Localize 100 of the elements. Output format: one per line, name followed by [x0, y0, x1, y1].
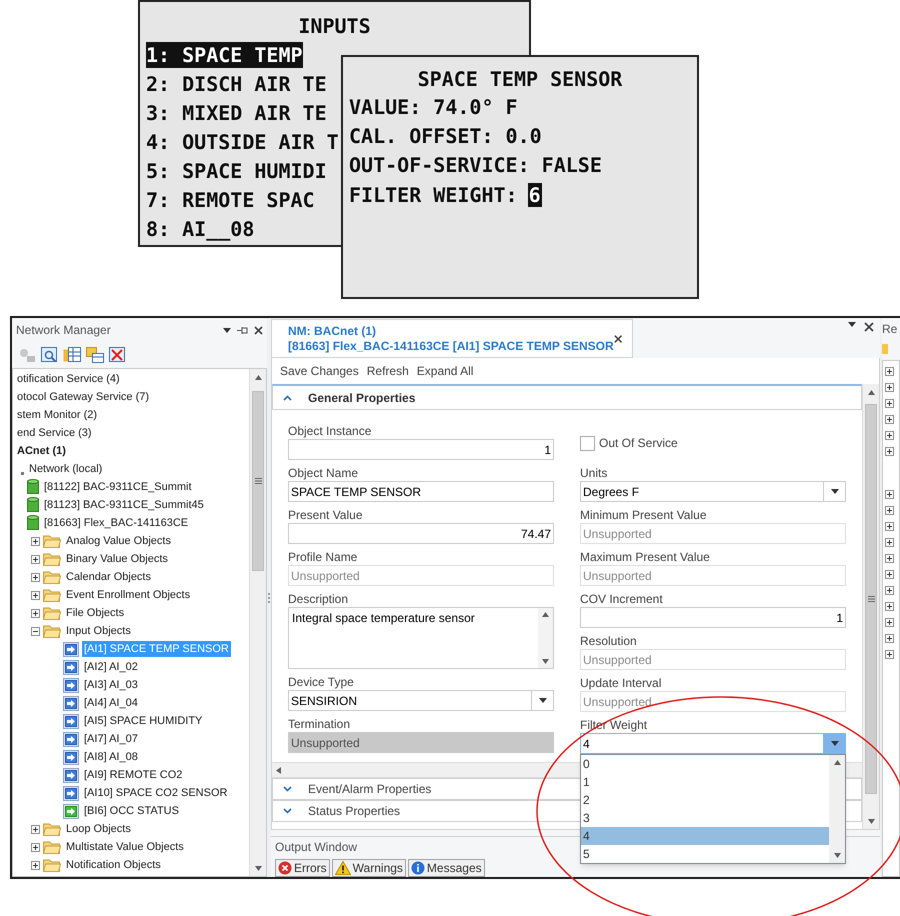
input-field[interactable]: Unsupported [288, 732, 554, 753]
expand-icon[interactable] [885, 383, 894, 392]
scroll-up-arrow-icon[interactable] [254, 374, 262, 380]
dropdown[interactable]: Degrees F [580, 481, 846, 502]
lcd-line: VALUE: 74.0° F [349, 94, 519, 121]
tree-item[interactable]: Notification Objects [64, 857, 163, 873]
input-field[interactable]: 1 [580, 607, 846, 628]
scrollbar[interactable] [249, 369, 266, 876]
document-tab[interactable]: NM: BACnet (1) [81663] Flex_BAC-141163CE [AI1] SPACE TEMP SENSOR [271, 319, 633, 358]
tree-item[interactable]: [AI8] AI_08 [82, 749, 140, 765]
table-icon[interactable] [63, 347, 81, 363]
section-header[interactable]: General Properties [272, 384, 862, 410]
toolbar-button[interactable]: Refresh [366, 362, 409, 380]
tree-item[interactable]: Event Enrollment Objects [64, 587, 192, 603]
scrollbar-thumb[interactable] [865, 404, 877, 794]
expand-icon[interactable] [31, 824, 40, 834]
expand-icon[interactable] [885, 634, 894, 643]
expand-icon[interactable] [31, 590, 40, 600]
dropdown[interactable]: 4 [580, 733, 846, 754]
tree-item[interactable]: [BI6] OCC STATUS [82, 803, 181, 819]
expand-icon[interactable] [885, 554, 894, 563]
expand-icon[interactable] [885, 650, 894, 659]
tree-item[interactable]: [81123] BAC-9311CE_Summit45 [42, 497, 206, 513]
tree-item[interactable]: [AI7] AI_07 [82, 731, 140, 747]
close-icon[interactable] [864, 322, 874, 332]
expand-icon[interactable] [885, 506, 894, 515]
tree-item[interactable]: Calendar Objects [64, 569, 153, 585]
expand-icon[interactable] [885, 447, 894, 456]
tree-item[interactable]: otocol Gateway Service (7) [15, 389, 152, 405]
output-tab[interactable]: Errors [275, 859, 330, 877]
tree-item[interactable]: Binary Value Objects [64, 551, 170, 567]
scroll-down-arrow-icon[interactable] [254, 866, 262, 870]
tree-item[interactable]: Multistate Value Objects [64, 839, 186, 855]
expand-icon[interactable] [885, 618, 894, 627]
dropdown[interactable]: SENSIRION [288, 690, 554, 711]
scrollbar-thumb[interactable] [252, 391, 264, 571]
expand-icon[interactable] [885, 538, 894, 547]
expand-icon[interactable] [885, 602, 894, 611]
tree-item[interactable]: [AI5] SPACE HUMIDITY [82, 713, 204, 729]
expand-icon[interactable] [31, 842, 40, 852]
scroll-down-arrow-icon[interactable] [834, 853, 840, 858]
tree-item[interactable]: stem Monitor (2) [15, 407, 100, 423]
tree-item[interactable]: Network (local) [27, 461, 104, 477]
expand-icon[interactable] [885, 367, 894, 376]
folder-icon [43, 624, 61, 638]
field-label: COV Increment [580, 592, 664, 607]
tree-item[interactable]: end Service (3) [15, 425, 94, 441]
expand-icon[interactable] [885, 570, 894, 579]
input-field[interactable]: 74.47 [288, 523, 554, 544]
tree-item[interactable]: Input Objects [64, 623, 133, 639]
folders-icon[interactable] [86, 347, 104, 363]
output-tab[interactable]: Warnings [332, 859, 406, 877]
expand-icon[interactable] [885, 490, 894, 499]
expand-icon[interactable] [885, 431, 894, 440]
expand-icon[interactable] [885, 399, 894, 408]
magnifier-window-icon[interactable] [41, 347, 58, 363]
scroll-down-arrow-icon[interactable] [868, 818, 874, 824]
field-label: Object Name [288, 466, 360, 481]
expand-icon[interactable] [31, 860, 40, 870]
arrow-icon [63, 660, 79, 674]
tree-item[interactable]: [AI2] AI_02 [82, 659, 140, 675]
expand-icon[interactable] [885, 522, 894, 531]
scroll-left-arrow-icon[interactable] [276, 766, 281, 774]
collapse-icon[interactable] [31, 626, 40, 636]
expand-icon[interactable] [885, 586, 894, 595]
input-field[interactable]: 1 [288, 439, 554, 460]
pin-icon[interactable] [237, 326, 248, 334]
expand-icon[interactable] [31, 536, 40, 546]
tree-item[interactable]: [81122] BAC-9311CE_Summit [42, 479, 194, 495]
scrollbar[interactable] [862, 384, 879, 829]
expand-icon[interactable] [31, 572, 40, 582]
tree-item[interactable]: [AI4] AI_04 [82, 695, 140, 711]
output-tab[interactable]: Messages [408, 859, 485, 877]
close-icon[interactable] [614, 334, 622, 344]
expand-icon[interactable] [31, 554, 40, 564]
tree-item[interactable]: [AI10] SPACE CO2 SENSOR [82, 785, 230, 801]
toolbar-button[interactable]: Save Changes [280, 362, 359, 380]
toolbar-button[interactable]: Expand All [416, 362, 474, 380]
dropdown-option[interactable]: 0 [581, 755, 829, 773]
tree-item[interactable]: Analog Value Objects [64, 533, 173, 549]
tree-item[interactable]: ACnet (1) [15, 443, 68, 459]
dropdown-option[interactable]: 4 [581, 827, 829, 845]
field-label: Present Value [288, 508, 364, 523]
delete-icon[interactable] [109, 347, 126, 363]
tree-item[interactable]: [AI9] REMOTE CO2 [82, 767, 184, 783]
expand-icon[interactable] [885, 415, 894, 424]
tree-item[interactable]: otification Service (4) [15, 371, 122, 387]
error-icon [278, 861, 292, 875]
scrollbar[interactable] [829, 755, 845, 863]
scroll-up-arrow-icon[interactable] [868, 390, 874, 394]
input-field[interactable]: SPACE TEMP SENSOR [288, 481, 554, 502]
expand-icon[interactable] [31, 608, 40, 618]
tree-item[interactable]: [81663] Flex_BAC-141163CE [42, 515, 190, 531]
close-icon[interactable] [254, 326, 263, 334]
tree-item[interactable]: File Objects [64, 605, 126, 621]
tree-item[interactable]: Loop Objects [64, 821, 133, 837]
tree-item[interactable]: [AI3] AI_03 [82, 677, 140, 693]
scroll-up-arrow-icon[interactable] [834, 760, 840, 765]
dropdown-option[interactable]: 5 [581, 845, 829, 863]
checkbox[interactable] [580, 436, 595, 450]
